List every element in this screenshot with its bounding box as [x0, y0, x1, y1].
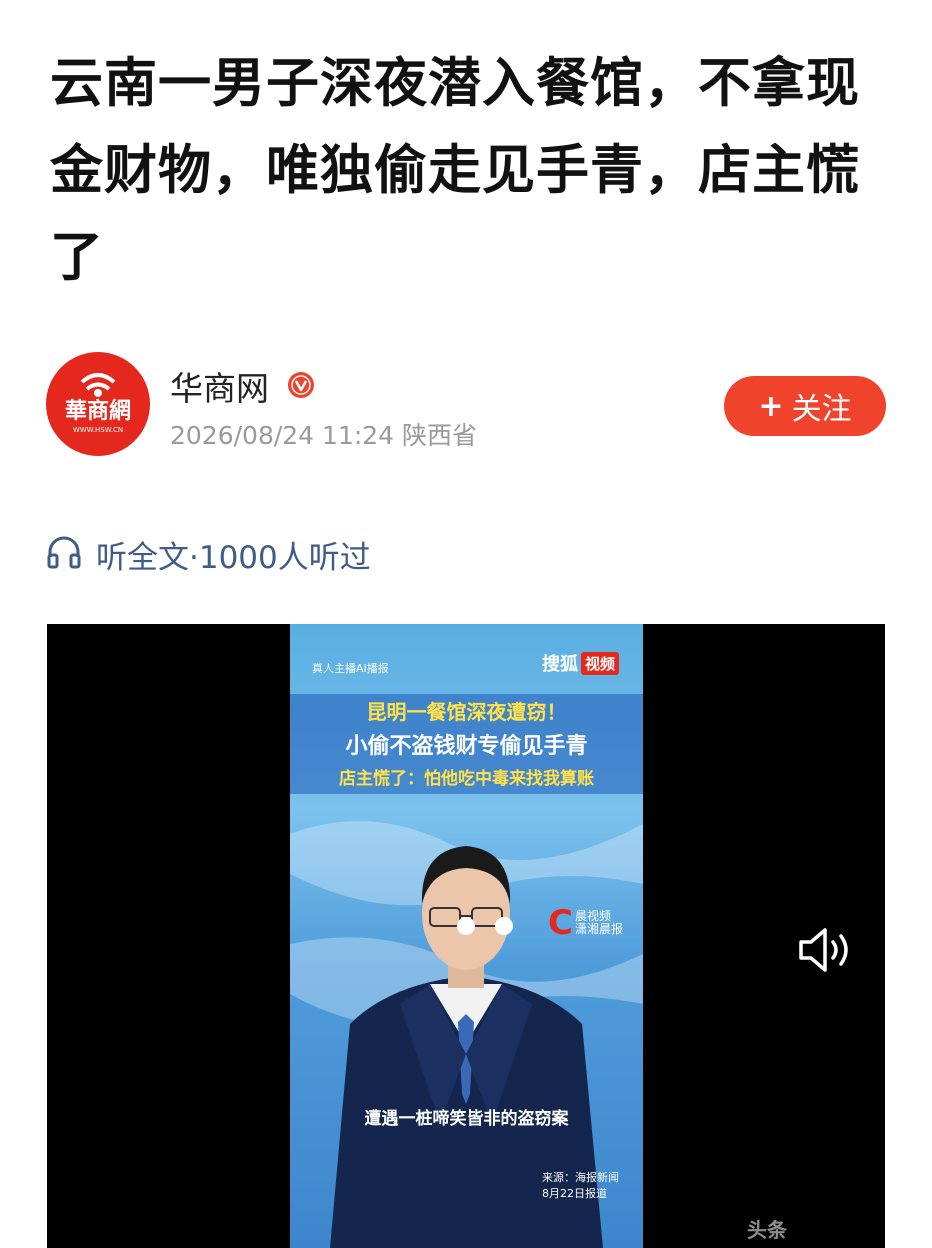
follow-button[interactable]: + 关注: [724, 376, 886, 436]
ai-broadcast-tag: 真人主播AI播报: [312, 662, 389, 675]
video-headline-1: 昆明一餐馆深夜遭窃！: [366, 700, 567, 724]
sohu-video-logo: 搜狐 视频: [542, 650, 619, 676]
video-headline-3: 店主慌了：怕他吃中毒来找我算账: [339, 769, 594, 789]
publish-meta: 2026/08/24 11:24 陕西省: [170, 421, 478, 450]
video-player[interactable]: 真人主播AI播报 搜狐 视频 昆明一餐馆深夜遭窃！ 小偷不盗钱财专偷见手青 店主…: [47, 624, 885, 1248]
avatar-url-text: WWW.HSW.CN: [73, 426, 123, 434]
brand-main: 搜狐: [541, 654, 578, 675]
video-frame: 真人主播AI播报 搜狐 视频 昆明一餐馆深夜遭窃！ 小偷不盗钱财专偷见手青 店主…: [290, 624, 643, 1248]
verified-v-icon: [286, 370, 316, 400]
video-source: 来源：海报新闻 8月22日报道: [542, 1170, 619, 1202]
follow-label: 关注: [791, 392, 852, 427]
listen-full-text-button[interactable]: 听全文·1000人听过: [46, 532, 371, 576]
article-title: 云南一男子深夜潜入餐馆，不拿现金财物，唯独偷走见手青，店主慌了: [50, 53, 860, 288]
channel-name: 晨视频: [574, 909, 611, 923]
source-line-1: 来源：海报新闻: [542, 1171, 619, 1184]
headphones-icon: [46, 535, 82, 573]
channel-logo: C 晨视频 潇湘晨报: [548, 906, 623, 940]
avatar-logo-text: 華商網: [65, 398, 131, 424]
watermark: 头条: [747, 1218, 787, 1242]
listen-label: 听全文·1000人听过: [96, 539, 371, 576]
channel-sub: 潇湘晨报: [574, 922, 623, 936]
brand-badge: 视频: [580, 651, 619, 675]
plus-icon: +: [758, 388, 784, 424]
video-headline-2: 小偷不盗钱财专偷见手青: [345, 734, 588, 759]
author-name[interactable]: 华商网: [170, 362, 269, 410]
volume-icon[interactable]: [797, 922, 857, 978]
channel-logo-mark: C: [548, 903, 573, 943]
source-line-2: 8月22日报道: [542, 1187, 607, 1200]
video-subtitle: 遭遇一桩啼笑皆非的盗窃案: [364, 1109, 569, 1129]
author-avatar[interactable]: 華商網 WWW.HSW.CN: [46, 352, 150, 456]
